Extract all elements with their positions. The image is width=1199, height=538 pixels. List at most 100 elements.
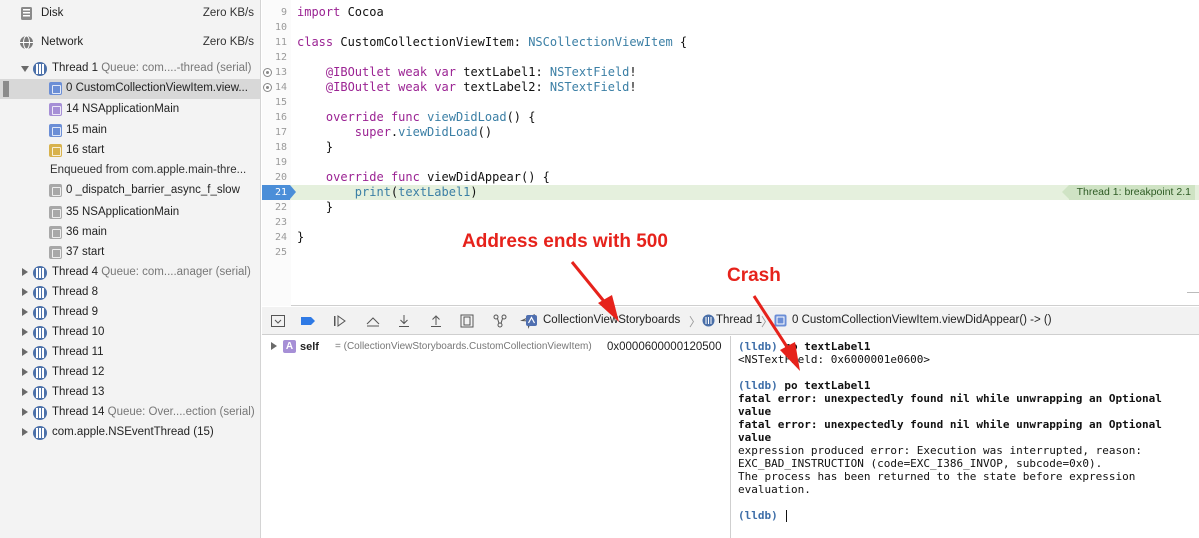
code-line[interactable]: 14 @IBOutlet weak var textLabel2: NSText… bbox=[262, 80, 1199, 95]
thread-row-event[interactable]: com.apple.NSEventThread (15) bbox=[0, 423, 260, 443]
breadcrumb-separator-icon: 〉 bbox=[689, 315, 702, 329]
disclosure-closed-icon[interactable] bbox=[22, 288, 28, 296]
line-number[interactable]: 18 bbox=[262, 140, 287, 155]
stack-frame-row[interactable]: 35 NSApplicationMain bbox=[0, 203, 260, 223]
code-line[interactable]: 18 } bbox=[262, 140, 1199, 155]
disclosure-closed-icon[interactable] bbox=[22, 268, 28, 276]
stack-frame-row[interactable]: 16 start bbox=[0, 141, 260, 161]
code-line[interactable]: 15 bbox=[262, 95, 1199, 110]
stack-frame-row[interactable]: 0 _dispatch_barrier_async_f_slow bbox=[0, 181, 260, 201]
code-line[interactable]: 16 override func viewDidLoad() { bbox=[262, 110, 1199, 125]
stack-frame-row[interactable]: 37 start bbox=[0, 243, 260, 263]
code-line[interactable]: 19 bbox=[262, 155, 1199, 170]
step-out-icon[interactable] bbox=[428, 313, 444, 329]
code-line[interactable]: 12 bbox=[262, 50, 1199, 65]
line-number[interactable]: 16 bbox=[262, 110, 287, 125]
variables-view[interactable]: A self = (CollectionViewStoryboards.Cust… bbox=[262, 336, 731, 538]
variable-row[interactable]: A self = (CollectionViewStoryboards.Cust… bbox=[262, 338, 731, 356]
code-text: class CustomCollectionViewItem: NSCollec… bbox=[297, 35, 688, 49]
code-text: override func viewDidLoad() { bbox=[325, 110, 536, 124]
code-line[interactable]: 25 bbox=[262, 245, 1199, 260]
lldb-prompt: (lldb) bbox=[738, 379, 785, 392]
line-number[interactable]: 12 bbox=[262, 50, 287, 65]
code-line[interactable]: 22 } bbox=[262, 200, 1199, 215]
thread-row-14[interactable]: Thread 14 Queue: Over....ection (serial) bbox=[0, 403, 260, 423]
source-editor[interactable]: 9 import Cocoa 10 11 class CustomCollectionV… bbox=[262, 0, 1199, 306]
code-line[interactable]: 24} bbox=[262, 230, 1199, 245]
code-line[interactable]: 21 print(textLabel1) Thread 1: breakpoint… bbox=[262, 185, 1199, 200]
enqueued-from-row[interactable]: Enqueued from com.apple.main-thre... bbox=[0, 161, 260, 181]
line-number[interactable]: 20 bbox=[262, 170, 287, 185]
line-number[interactable]: 24 bbox=[262, 230, 287, 245]
disclosure-closed-icon[interactable] bbox=[22, 408, 28, 416]
line-number[interactable]: 19 bbox=[262, 155, 287, 170]
stack-frame-row[interactable]: 36 main bbox=[0, 223, 260, 243]
step-over-icon[interactable] bbox=[365, 313, 381, 329]
outlet-connection-icon[interactable] bbox=[263, 83, 272, 92]
thread-name: Thread 10 bbox=[52, 326, 105, 338]
network-gauge-row[interactable]: Network Zero KB/s bbox=[0, 28, 260, 56]
disclosure-closed-icon[interactable] bbox=[22, 368, 28, 376]
code-line[interactable]: 11 class CustomCollectionViewItem: NSColl… bbox=[262, 35, 1199, 50]
disclosure-closed-icon[interactable] bbox=[271, 342, 277, 350]
thread-row-1[interactable]: Thread 1 Queue: com....-thread (serial) bbox=[0, 59, 260, 79]
code-text: } bbox=[297, 200, 334, 214]
thread-icon bbox=[33, 286, 47, 300]
hide-debug-area-icon[interactable] bbox=[270, 313, 286, 329]
continue-icon[interactable] bbox=[332, 313, 348, 329]
thread-row-12[interactable]: Thread 12 bbox=[0, 363, 260, 383]
thread-name: Thread 12 bbox=[52, 366, 105, 378]
disclosure-closed-icon[interactable] bbox=[22, 328, 28, 336]
line-number[interactable]: 11 bbox=[262, 35, 287, 50]
thread-row-10[interactable]: Thread 10 bbox=[0, 323, 260, 343]
line-number[interactable]: 10 bbox=[262, 20, 287, 35]
line-number[interactable]: 15 bbox=[262, 95, 287, 110]
thread-row-4[interactable]: Thread 4 Queue: com....anager (serial) bbox=[0, 263, 260, 283]
thread-row-11[interactable]: Thread 11 bbox=[0, 343, 260, 363]
code-line[interactable]: 9 import Cocoa bbox=[262, 5, 1199, 20]
breadcrumb-project[interactable]: CollectionViewStoryboards bbox=[543, 314, 680, 326]
thread-name: Thread 1 bbox=[52, 62, 99, 74]
breadcrumb-thread[interactable]: Thread 1 bbox=[716, 314, 762, 326]
view-hierarchy-icon[interactable] bbox=[459, 313, 475, 329]
line-number[interactable]: 9 bbox=[262, 5, 287, 20]
frame-label: 35 NSApplicationMain bbox=[66, 206, 180, 218]
disclosure-closed-icon[interactable] bbox=[22, 348, 28, 356]
stack-frame-row[interactable]: 0 CustomCollectionViewItem.view... bbox=[0, 79, 260, 99]
disclosure-closed-icon[interactable] bbox=[22, 388, 28, 396]
line-number[interactable]: 23 bbox=[262, 215, 287, 230]
console-line: fatal error: unexpectedly found nil whil… bbox=[738, 392, 1193, 418]
thread-row-13[interactable]: Thread 13 bbox=[0, 383, 260, 403]
breakpoint-badge[interactable]: Thread 1: breakpoint 2.1 bbox=[1061, 185, 1195, 200]
code-line[interactable]: 17 super.viewDidLoad() bbox=[262, 125, 1199, 140]
disclosure-closed-icon[interactable] bbox=[22, 308, 28, 316]
code-text: @IBOutlet weak var textLabel1: NSTextFie… bbox=[325, 65, 637, 79]
disclosure-closed-icon[interactable] bbox=[22, 428, 28, 436]
thread-name: Thread 13 bbox=[52, 386, 105, 398]
breakpoints-toggle-icon[interactable] bbox=[300, 313, 316, 329]
stack-frame-row[interactable]: 14 NSApplicationMain bbox=[0, 100, 260, 120]
outlet-connection-icon[interactable] bbox=[263, 68, 272, 77]
network-label: Network bbox=[41, 36, 84, 48]
line-number[interactable]: 25 bbox=[262, 245, 287, 260]
memory-graph-icon[interactable] bbox=[492, 313, 508, 329]
user-frame-icon bbox=[774, 314, 787, 327]
code-line[interactable]: 23 bbox=[262, 215, 1199, 230]
stack-frame-row[interactable]: 15 main bbox=[0, 121, 260, 141]
line-number[interactable]: 21 bbox=[262, 185, 296, 200]
disk-gauge-row[interactable]: Disk Zero KB/s bbox=[0, 0, 260, 26]
code-line[interactable]: 13 @IBOutlet weak var textLabel1: NSText… bbox=[262, 65, 1199, 80]
lldb-console[interactable]: (lldb) po textLabel1 <NSTextField: 0x6000… bbox=[732, 336, 1199, 538]
disclosure-open-icon[interactable] bbox=[21, 66, 29, 72]
thread-row-9[interactable]: Thread 9 bbox=[0, 303, 260, 323]
thread-row-8[interactable]: Thread 8 bbox=[0, 283, 260, 303]
breadcrumb-frame[interactable]: 0 CustomCollectionViewItem.viewDidAppear… bbox=[792, 314, 1052, 326]
step-into-icon[interactable] bbox=[396, 313, 412, 329]
line-number[interactable]: 22 bbox=[262, 200, 287, 215]
text-cursor bbox=[786, 510, 788, 522]
line-number[interactable]: 17 bbox=[262, 125, 287, 140]
variable-name: self bbox=[300, 341, 319, 353]
code-line[interactable]: 10 bbox=[262, 20, 1199, 35]
code-line[interactable]: 20 override func viewDidAppear() { bbox=[262, 170, 1199, 185]
scroll-indicator[interactable] bbox=[1187, 292, 1199, 293]
